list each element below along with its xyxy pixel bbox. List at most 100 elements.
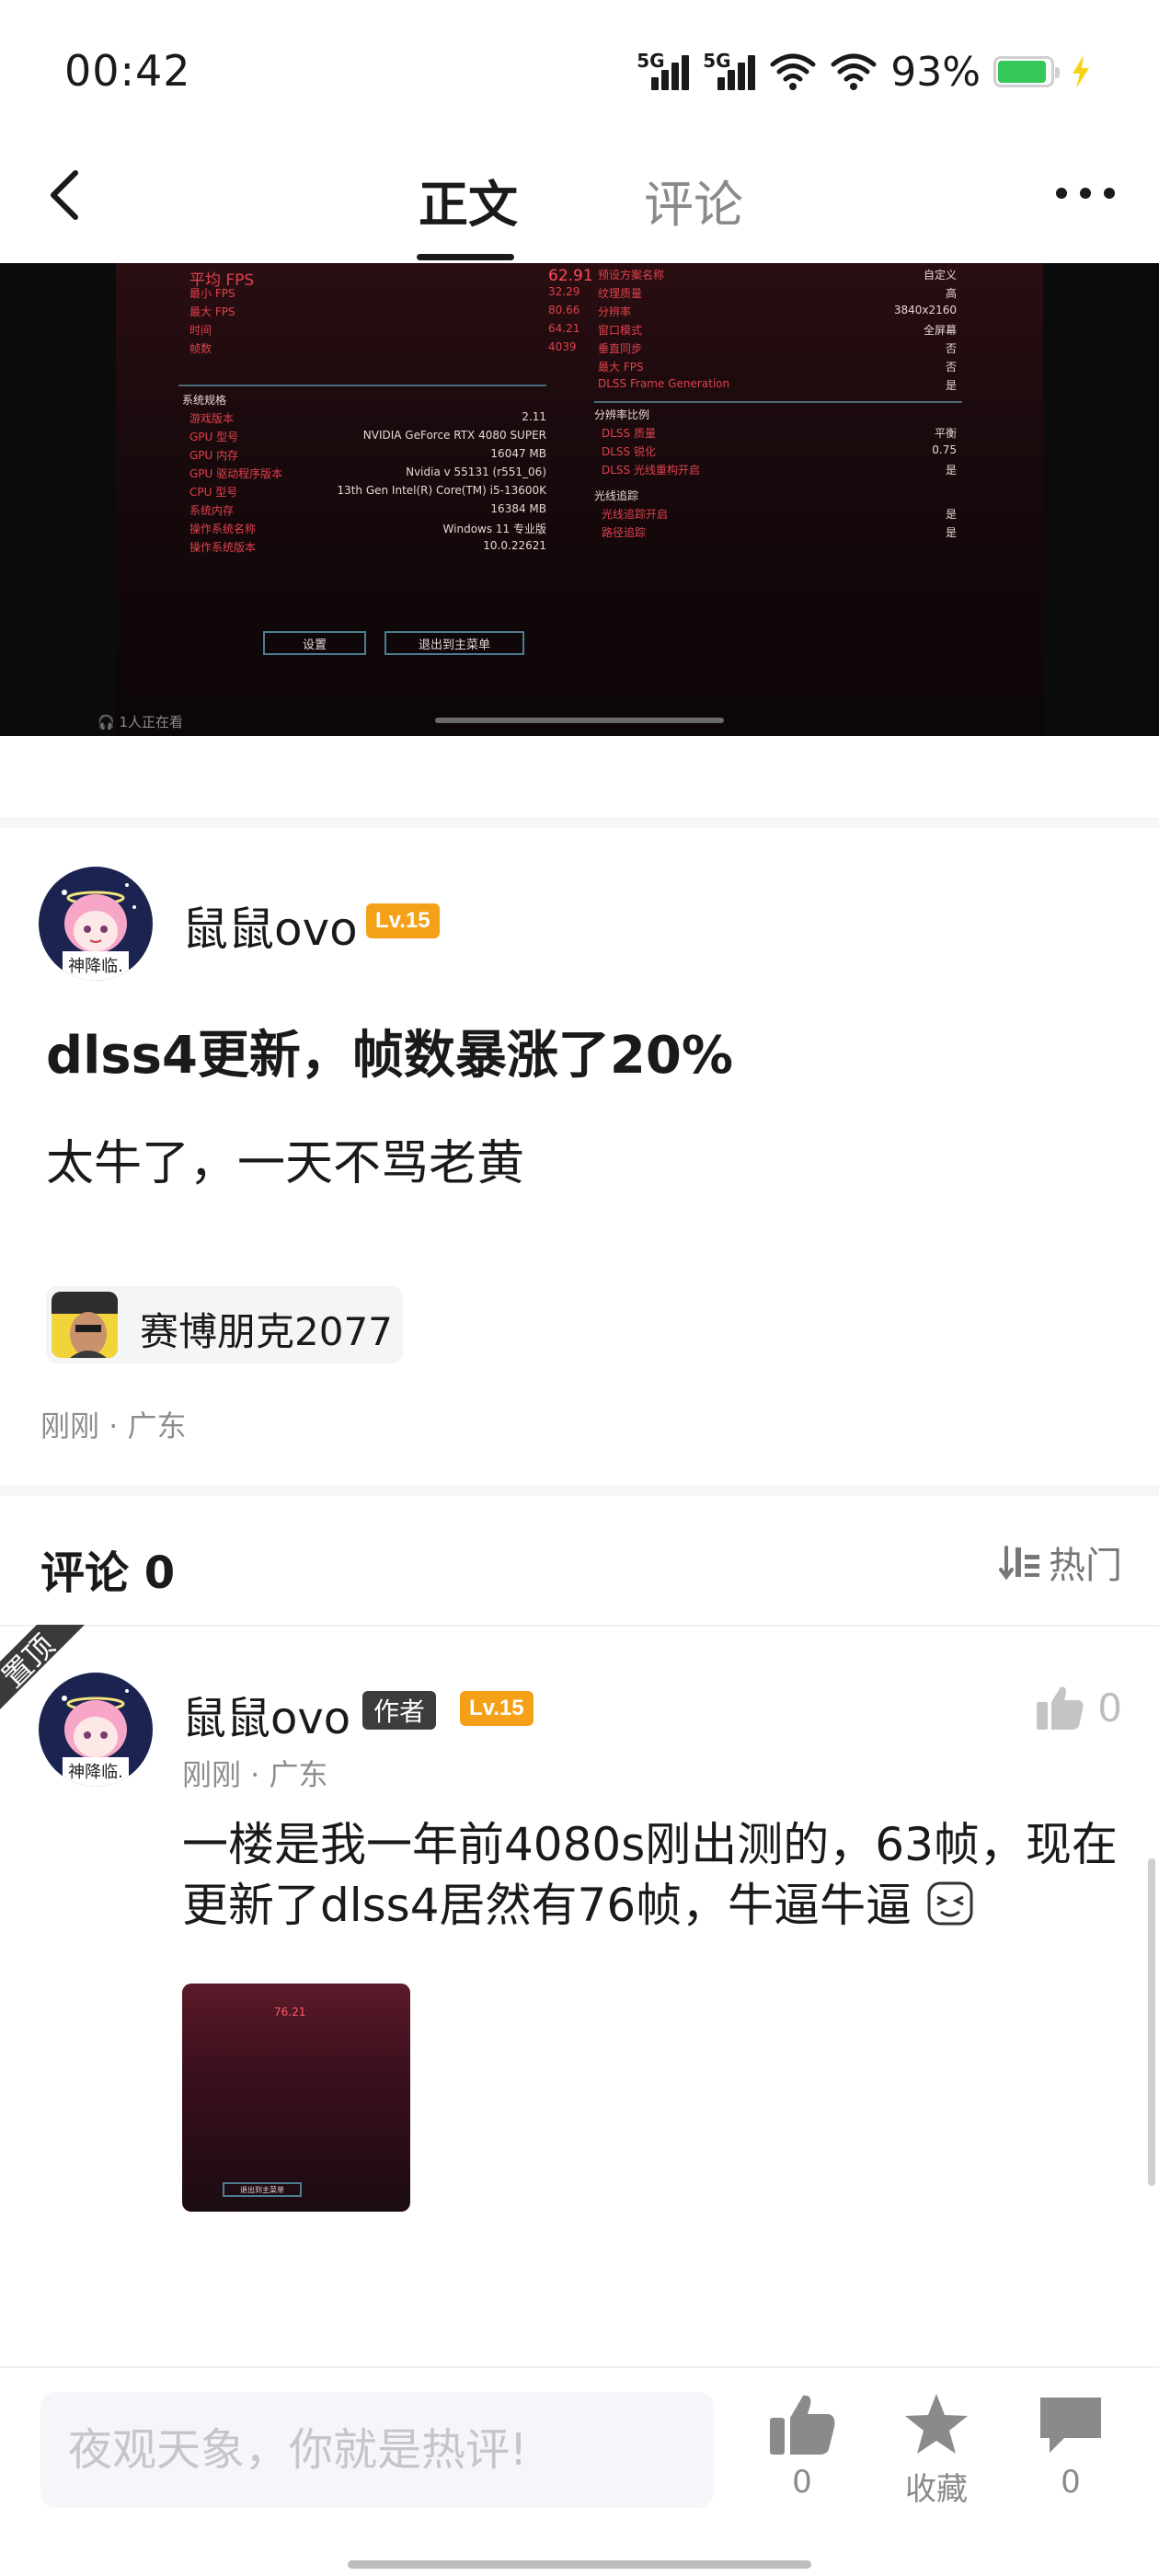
like-button[interactable]: 0 (738, 2392, 866, 2501)
cellular-signal-icon: 5G (637, 50, 690, 94)
post-media-image[interactable]: 平均 FPS 62.91 最小 FPS 32.29 最大 FPS 80.66 时间 64.21… (0, 263, 1159, 736)
comment-input[interactable] (40, 2392, 714, 2508)
scaling-value: 平衡 (934, 427, 957, 440)
setting-label: 纹理质量 (598, 287, 643, 300)
benchmark-label: 时间 (189, 324, 212, 337)
favorite-button[interactable]: 收藏 (872, 2392, 1001, 2509)
favorite-label: 收藏 (905, 2471, 968, 2508)
setting-value: 高 (945, 287, 957, 300)
spec-label: GPU 驱动程序版本 (189, 467, 283, 480)
scaling-label: DLSS 锐化 (602, 445, 656, 458)
benchmark-label: 最小 FPS (189, 287, 235, 300)
level-badge: Lv.15 (460, 1691, 534, 1726)
setting-value: 是 (945, 379, 957, 392)
comment-text: 一楼是我一年前4080s刚出测的，63帧，现在更新了dlss4居然有76帧，牛逼… (182, 1818, 1118, 1932)
network-type-label: 5G (637, 50, 665, 72)
cellular-signal-icon: 5G (703, 50, 756, 94)
clock: 00:42 (64, 46, 191, 96)
spec-label: 游戏版本 (189, 412, 235, 425)
spec-label: 操作系统名称 (189, 523, 257, 535)
wifi-icon (831, 53, 877, 90)
setting-label: 分辨率 (598, 305, 632, 318)
panel-divider (594, 401, 962, 403)
commenter-avatar[interactable]: 神降临. (39, 1673, 153, 1787)
setting-value: 否 (945, 361, 957, 374)
thumb-up-icon (1037, 1686, 1084, 1730)
status-bar: 00:42 5G 5G 93% (0, 0, 1159, 138)
page-scrollbar[interactable] (1148, 1858, 1155, 2186)
thumbnail-exit-button: 退出到主菜单 (223, 2182, 302, 2197)
setting-value: 3840x2160 (893, 304, 957, 316)
more-options-icon[interactable] (1049, 175, 1122, 212)
tab-comments[interactable]: 评论 (644, 164, 743, 236)
commenter-name[interactable]: 鼠鼠ovo (182, 1682, 350, 1746)
thumbnail-fps: 76.21 (274, 2006, 306, 2018)
panel-divider (178, 385, 546, 386)
spec-label: GPU 型号 (189, 431, 239, 443)
spec-value: 16384 MB (490, 502, 546, 515)
comment-bubble-icon (1040, 2398, 1101, 2453)
comments-title: 评论 0 (40, 1547, 176, 1599)
game-benchmark-screenshot: 平均 FPS 62.91 最小 FPS 32.29 最大 FPS 80.66 时间 64.21… (116, 263, 1043, 736)
comment-button[interactable]: 0 (1006, 2392, 1135, 2501)
svg-text:神降临.: 神降临. (68, 957, 123, 976)
star-icon (905, 2394, 968, 2454)
benchmark-label: 最大 FPS (189, 305, 235, 318)
media-progress-bar[interactable] (435, 718, 724, 723)
scaling-title: 分辨率比例 (594, 408, 650, 421)
post-body: 太牛了，一天不骂老黄 (46, 1136, 525, 1191)
comment-count: 0 (1061, 2464, 1081, 2501)
spec-value: Nvidia v 55131 (r551_06) (406, 466, 546, 478)
scaling-value: 是 (945, 464, 957, 477)
game-tag[interactable]: 赛博朋克2077 (46, 1286, 403, 1363)
setting-value: 自定义 (923, 269, 957, 282)
game-exit-button: 退出到主菜单 (384, 631, 524, 655)
raytracing-title: 光线追踪 (594, 489, 639, 502)
setting-label: 窗口模式 (598, 324, 643, 337)
author-name[interactable]: 鼠鼠ovo (182, 892, 358, 959)
author-avatar[interactable]: 神降临. (39, 867, 153, 981)
network-type-label: 5G (703, 50, 731, 72)
svg-text:神降临.: 神降临. (68, 1763, 123, 1782)
game-tag-label: 赛博朋克2077 (140, 1309, 393, 1354)
back-arrow-icon[interactable] (39, 162, 94, 226)
spec-label: GPU 内存 (189, 449, 239, 462)
anime-avatar-icon: 神降临. (39, 1673, 153, 1787)
comment-image[interactable]: 76.21 退出到主菜单 (182, 1984, 410, 2212)
sort-label: 热门 (1049, 1545, 1122, 1587)
setting-label: 预设方案名称 (598, 269, 665, 282)
benchmark-value: 64.21 (548, 322, 580, 335)
tab-body[interactable]: 正文 (419, 164, 518, 236)
battery-icon (993, 56, 1060, 87)
comment-meta: 刚刚 · 广东 (182, 1757, 328, 1792)
header-divider (0, 1625, 1159, 1627)
thumb-up-icon (770, 2395, 835, 2455)
raytracing-value: 是 (945, 508, 957, 521)
sort-hot-button[interactable]: 热门 (999, 1536, 1122, 1588)
section-divider (0, 817, 1159, 828)
spec-label: CPU 型号 (189, 486, 238, 499)
setting-value: 全屏幕 (923, 324, 957, 337)
benchmark-label: 帧数 (189, 342, 212, 355)
watchers-count: 🎧 1人正在看 (98, 714, 184, 730)
battery-fill (998, 61, 1046, 83)
post-title: dlss4更新，帧数暴涨了20% (46, 1026, 733, 1086)
charging-bolt-icon (1073, 55, 1089, 88)
comment-like-button[interactable]: 0 (1035, 1684, 1122, 1731)
game-icon (52, 1292, 118, 1358)
level-badge: Lv.15 (366, 903, 440, 938)
home-indicator[interactable] (348, 2560, 811, 2569)
raytracing-label: 光线追踪开启 (602, 508, 669, 521)
headphone-icon: 🎧 (98, 714, 115, 730)
active-tab-indicator (417, 254, 514, 260)
spec-value: 16047 MB (490, 447, 546, 460)
system-specs-title: 系统规格 (182, 394, 227, 407)
spec-value: 13th Gen Intel(R) Core(TM) i5-13600K (337, 484, 546, 497)
benchmark-value: 80.66 (548, 304, 580, 316)
author-badge: 作者 (362, 1691, 437, 1730)
setting-label: DLSS Frame Generation (598, 377, 730, 390)
spec-value: NVIDIA GeForce RTX 4080 SUPER (362, 429, 546, 442)
spec-value: 2.11 (522, 410, 546, 423)
scaling-label: DLSS 质量 (602, 427, 656, 440)
scaling-label: DLSS 光线重构开启 (602, 464, 700, 477)
